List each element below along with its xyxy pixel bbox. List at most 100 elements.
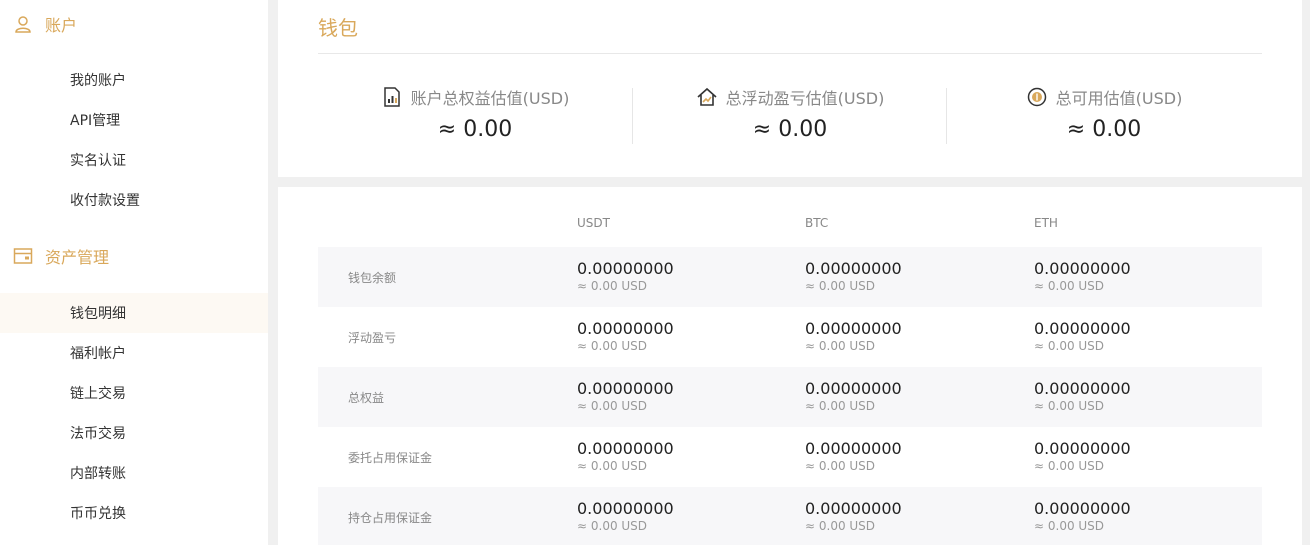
stat-label: 总可用估值(USD) (1055, 89, 1183, 108)
table-row: 总权益 0.00000000 ≈ 0.00 USD 0.00000000 ≈ 0… (318, 367, 1262, 427)
stat-total-available: 总可用估值(USD) ≈ 0.00 (947, 86, 1261, 146)
sidebar-item-onchain-trade[interactable]: 链上交易 (0, 373, 268, 413)
row-name: 浮动盈亏 (348, 330, 397, 345)
cell-amount: 0.00000000 (577, 499, 674, 518)
sidebar-item-api[interactable]: API管理 (0, 100, 268, 140)
cell-usd: ≈ 0.00 USD (1034, 279, 1105, 293)
table-cell: 0.00000000 ≈ 0.00 USD (577, 380, 674, 414)
table-row: 委托占用保证金 0.00000000 ≈ 0.00 USD 0.00000000… (318, 427, 1262, 487)
cell-amount: 0.00000000 (1034, 259, 1131, 278)
cell-usd: ≈ 0.00 USD (577, 279, 648, 293)
sidebar-item-coin-swap[interactable]: 币币兑换 (0, 493, 268, 533)
sidebar: 账户 我的账户 API管理 实名认证 收付款设置 资产管理 钱包明细 福利帐户 … (0, 0, 268, 545)
table-cell: 0.00000000 ≈ 0.00 USD (1034, 500, 1131, 534)
column-header-btc: BTC (805, 216, 829, 230)
sidebar-item-payment-settings[interactable]: 收付款设置 (0, 180, 268, 220)
cell-amount: 0.00000000 (805, 499, 902, 518)
cell-amount: 0.00000000 (1034, 439, 1131, 458)
sidebar-item-label: 我的账户 (70, 73, 126, 89)
table-cell: 0.00000000 ≈ 0.00 USD (1034, 260, 1131, 294)
table-cell: 0.00000000 ≈ 0.00 USD (805, 440, 902, 474)
table-row: 持仓占用保证金 0.00000000 ≈ 0.00 USD 0.00000000… (318, 487, 1262, 545)
table-cell: 0.00000000 ≈ 0.00 USD (577, 320, 674, 354)
divider (318, 53, 1262, 54)
stat-label: 账户总权益估值(USD) (410, 89, 570, 108)
row-name: 持仓占用保证金 (348, 510, 433, 525)
cell-amount: 0.00000000 (1034, 499, 1131, 518)
table-cell: 0.00000000 ≈ 0.00 USD (1034, 440, 1131, 474)
sidebar-item-label: 币币兑换 (70, 506, 126, 522)
sidebar-item-label: 钱包明细 (70, 306, 126, 322)
wallet-icon (13, 246, 33, 266)
sidebar-item-label: API管理 (70, 113, 121, 129)
table-cell: 0.00000000 ≈ 0.00 USD (1034, 320, 1131, 354)
table-cell: 0.00000000 ≈ 0.00 USD (805, 380, 902, 414)
sidebar-item-my-account[interactable]: 我的账户 (0, 60, 268, 100)
house-chart-icon (696, 86, 718, 108)
cell-amount: 0.00000000 (1034, 379, 1131, 398)
stat-value: ≈ 0.00 (437, 117, 513, 142)
cell-usd: ≈ 0.00 USD (1034, 519, 1105, 533)
cell-usd: ≈ 0.00 USD (805, 399, 876, 413)
assets-section-header: 资产管理 (13, 244, 109, 268)
table-cell: 0.00000000 ≈ 0.00 USD (805, 320, 902, 354)
sidebar-item-verification[interactable]: 实名认证 (0, 140, 268, 180)
sidebar-item-welfare-account[interactable]: 福利帐户 (0, 333, 268, 373)
cell-amount: 0.00000000 (577, 439, 674, 458)
stat-label: 总浮动盈亏估值(USD) (725, 89, 885, 108)
table-cell: 0.00000000 ≈ 0.00 USD (805, 260, 902, 294)
sidebar-item-label: 法币交易 (70, 426, 126, 442)
table-cell: 0.00000000 ≈ 0.00 USD (577, 260, 674, 294)
cell-amount: 0.00000000 (1034, 319, 1131, 338)
cell-amount: 0.00000000 (805, 319, 902, 338)
coin-icon (1026, 86, 1048, 108)
stat-total-equity: 账户总权益估值(USD) ≈ 0.00 (318, 86, 632, 146)
cell-usd: ≈ 0.00 USD (577, 399, 648, 413)
page-title: 钱包 (318, 16, 358, 40)
cell-usd: ≈ 0.00 USD (577, 339, 648, 353)
sidebar-item-label: 福利帐户 (70, 346, 126, 362)
column-header-usdt: USDT (577, 216, 610, 230)
column-header-eth: ETH (1034, 216, 1058, 230)
sidebar-item-label: 收付款设置 (70, 193, 140, 209)
cell-usd: ≈ 0.00 USD (805, 339, 876, 353)
document-chart-icon (381, 86, 403, 108)
sidebar-item-label: 实名认证 (70, 153, 126, 169)
table-cell: 0.00000000 ≈ 0.00 USD (577, 500, 674, 534)
wallet-table: USDT BTC ETH 钱包余额 0.00000000 ≈ 0.00 USD … (278, 187, 1302, 545)
sidebar-item-label: 内部转账 (70, 466, 126, 482)
sidebar-item-wallet-details[interactable]: 钱包明细 (0, 293, 268, 333)
app: 账户 我的账户 API管理 实名认证 收付款设置 资产管理 钱包明细 福利帐户 … (0, 0, 1310, 545)
cell-usd: ≈ 0.00 USD (805, 279, 876, 293)
row-name: 委托占用保证金 (348, 450, 433, 465)
row-name: 钱包余额 (348, 270, 397, 285)
cell-amount: 0.00000000 (577, 319, 674, 338)
stat-value: ≈ 0.00 (1066, 117, 1142, 142)
cell-usd: ≈ 0.00 USD (805, 519, 876, 533)
cell-amount: 0.00000000 (805, 259, 902, 278)
user-icon (13, 14, 33, 34)
sidebar-item-internal-transfer[interactable]: 内部转账 (0, 453, 268, 493)
wallet-summary-panel: 钱包 账户总权益估值(USD) ≈ 0.00 总浮动盈亏估值(USD) ≈ 0.… (278, 0, 1302, 177)
cell-usd: ≈ 0.00 USD (577, 459, 648, 473)
sidebar-item-fiat-trade[interactable]: 法币交易 (0, 413, 268, 453)
cell-usd: ≈ 0.00 USD (1034, 339, 1105, 353)
assets-section-title: 资产管理 (45, 248, 110, 267)
cell-amount: 0.00000000 (805, 439, 902, 458)
table-row: 钱包余额 0.00000000 ≈ 0.00 USD 0.00000000 ≈ … (318, 247, 1262, 307)
table-cell: 0.00000000 ≈ 0.00 USD (1034, 380, 1131, 414)
stat-value: ≈ 0.00 (752, 117, 828, 142)
table-cell: 0.00000000 ≈ 0.00 USD (805, 500, 902, 534)
account-section-header: 账户 (13, 12, 77, 36)
account-section-title: 账户 (45, 16, 78, 35)
cell-usd: ≈ 0.00 USD (1034, 459, 1105, 473)
cell-amount: 0.00000000 (577, 379, 674, 398)
sidebar-item-label: 链上交易 (70, 386, 126, 402)
table-row: 浮动盈亏 0.00000000 ≈ 0.00 USD 0.00000000 ≈ … (318, 307, 1262, 367)
stat-floating-pnl: 总浮动盈亏估值(USD) ≈ 0.00 (633, 86, 947, 146)
cell-usd: ≈ 0.00 USD (577, 519, 648, 533)
cell-usd: ≈ 0.00 USD (805, 459, 876, 473)
cell-amount: 0.00000000 (577, 259, 674, 278)
table-cell: 0.00000000 ≈ 0.00 USD (577, 440, 674, 474)
row-name: 总权益 (348, 390, 385, 405)
